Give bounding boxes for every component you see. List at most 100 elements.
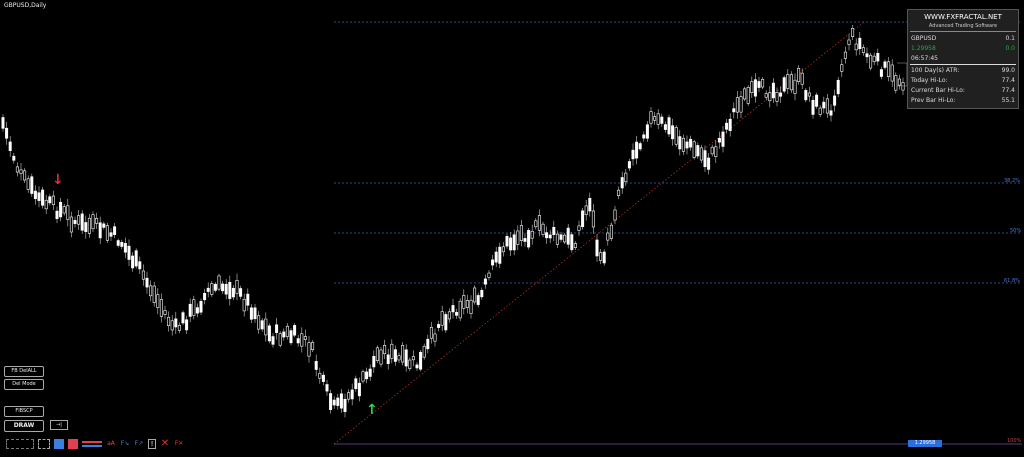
price-chart[interactable] [0, 0, 1024, 457]
candle [663, 124, 667, 130]
candle [455, 312, 459, 316]
atr-label: 100 Day(s) ATR: [911, 67, 960, 74]
candle [458, 300, 462, 319]
jump-end-button[interactable]: →| [50, 420, 68, 430]
candle [764, 93, 768, 98]
close-icon[interactable]: ✕ [160, 439, 170, 449]
candle [275, 324, 279, 333]
candle [609, 224, 613, 239]
candle [469, 299, 473, 314]
candle [426, 338, 430, 350]
candle [48, 196, 52, 204]
candle [541, 223, 545, 235]
candle [879, 69, 883, 77]
candle [109, 232, 113, 237]
candle [728, 118, 732, 131]
candle [422, 345, 426, 358]
candle [257, 315, 261, 330]
divider [910, 64, 1016, 65]
candle [51, 195, 55, 206]
candle [840, 64, 844, 72]
candle [80, 213, 84, 231]
candle [534, 220, 538, 228]
candle [717, 137, 721, 143]
blue-fill-icon[interactable] [54, 439, 64, 449]
candle [267, 325, 271, 342]
candle [303, 336, 307, 340]
candle [390, 343, 394, 359]
candle [491, 259, 495, 266]
delete-mode-button[interactable]: Del Mode [4, 379, 44, 390]
candle [858, 37, 862, 50]
candle [159, 299, 163, 317]
candle [465, 300, 469, 308]
red-fill-icon[interactable] [68, 439, 78, 449]
fib-delete-all-button[interactable]: FB DelALL [4, 366, 44, 377]
candle [77, 215, 81, 225]
candle [509, 237, 513, 251]
candle [141, 270, 145, 280]
candle [329, 393, 333, 410]
fib-expansion-icon[interactable]: F↗ [134, 439, 144, 449]
fib-tool-icon[interactable]: F↘ [120, 439, 130, 449]
delete-fib-icon[interactable]: F✕ [174, 439, 184, 449]
candle [462, 295, 466, 309]
candle [894, 75, 898, 91]
fib-label-382: 38.2% [1004, 178, 1020, 184]
candle [325, 384, 329, 392]
line-style-icon[interactable] [82, 439, 102, 449]
rectangle-tool-icon[interactable] [38, 439, 50, 449]
fib-label-50: 50% [1010, 228, 1022, 234]
candle [95, 217, 99, 224]
candle [552, 226, 556, 235]
candle [685, 141, 689, 149]
candle [429, 327, 433, 339]
candle [883, 61, 887, 68]
selection-tool-icon[interactable] [6, 439, 34, 449]
candle [563, 234, 567, 243]
fibscp-button[interactable]: FIBSCP [4, 406, 44, 417]
candle [372, 355, 376, 368]
candle [293, 325, 297, 336]
candle [876, 52, 880, 62]
candle [231, 287, 235, 298]
candle [228, 282, 232, 299]
candle [548, 234, 552, 239]
candle [393, 349, 397, 362]
candle [753, 79, 757, 97]
candle [815, 94, 819, 107]
draw-button[interactable]: DRAW [4, 420, 44, 432]
candle [699, 147, 703, 161]
candle [577, 225, 581, 231]
candle [98, 222, 102, 239]
candle [59, 201, 63, 218]
candle [156, 294, 160, 308]
candle [177, 324, 181, 331]
today-hilo-value: 77.4 [1001, 77, 1015, 84]
candle [519, 225, 523, 241]
candle [624, 172, 628, 183]
price-label: 1.29958 [911, 45, 936, 52]
candle [750, 81, 754, 94]
candle [897, 78, 901, 86]
candle [584, 205, 588, 215]
candle [451, 305, 455, 313]
candle [725, 122, 729, 130]
today-hilo-label: Today Hi-Lo: [911, 77, 948, 84]
font-tool-icon[interactable]: aA [106, 439, 116, 449]
candle [573, 243, 577, 248]
candle [174, 318, 178, 328]
candle [5, 127, 9, 139]
note-icon[interactable]: ! [148, 439, 156, 449]
candle [714, 146, 718, 157]
candle [134, 250, 138, 267]
brand-title: WWW.FXFRACTAL.NET [924, 13, 1002, 21]
candle [807, 92, 811, 97]
candle [242, 298, 246, 312]
candle [861, 47, 865, 53]
candle [822, 101, 826, 109]
candle [851, 28, 855, 37]
candle [433, 333, 437, 342]
candle [401, 345, 405, 363]
candle [282, 331, 286, 338]
